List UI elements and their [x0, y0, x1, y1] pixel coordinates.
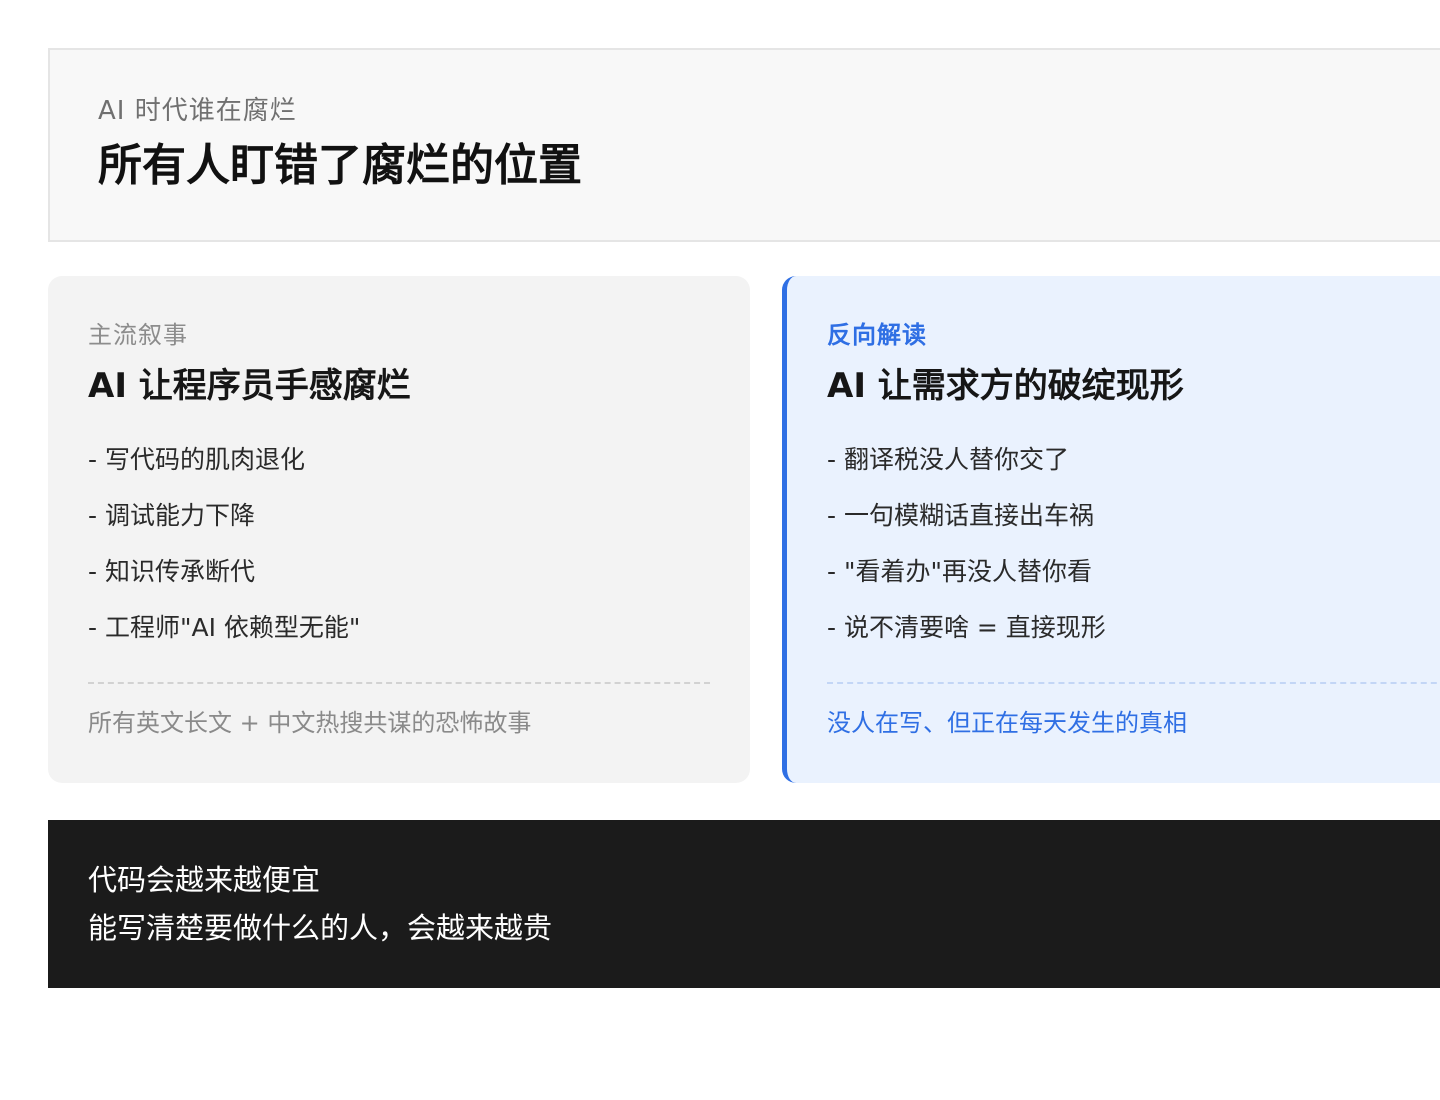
dashed-divider [827, 682, 1440, 684]
conclusion-banner: 代码会越来越便宜 能写清楚要做什么的人，会越来越贵 [48, 820, 1440, 988]
list-item: - "看着办"再没人替你看 [827, 557, 1092, 586]
list-item: - 说不清要啥 = 直接现形 [827, 613, 1106, 642]
list-item: - 翻译税没人替你交了 [827, 445, 1069, 474]
list-item: - 写代码的肌肉退化 [88, 445, 305, 474]
page-title: 所有人盯错了腐烂的位置 [98, 140, 582, 191]
list-item: - 一句模糊话直接出车祸 [827, 501, 1094, 530]
dashed-divider [88, 682, 710, 684]
card-kicker: 主流叙事 [88, 321, 188, 349]
banner-line: 代码会越来越便宜 [88, 863, 321, 897]
reverse-reading-card: 反向解读 AI 让需求方的破绽现形 - 翻译税没人替你交了 - 一句模糊话直接出… [782, 276, 1440, 783]
banner-line: 能写清楚要做什么的人，会越来越贵 [88, 911, 553, 945]
card-title: AI 让程序员手感腐烂 [88, 366, 411, 406]
list-item: - 知识传承断代 [88, 557, 255, 586]
card-list: - 翻译税没人替你交了 - 一句模糊话直接出车祸 - "看着办"再没人替你看 -… [827, 440, 1106, 664]
card-kicker: 反向解读 [827, 321, 927, 349]
card-title: AI 让需求方的破绽现形 [827, 366, 1184, 406]
card-footer: 所有英文长文 + 中文热搜共谋的恐怖故事 [88, 709, 532, 737]
list-item: - 调试能力下降 [88, 501, 255, 530]
list-item: - 工程师"AI 依赖型无能" [88, 613, 361, 642]
card-footer: 没人在写、但正在每天发生的真相 [827, 709, 1187, 737]
header-panel: AI 时代谁在腐烂 所有人盯错了腐烂的位置 [48, 48, 1440, 242]
header-kicker: AI 时代谁在腐烂 [98, 96, 297, 126]
card-list: - 写代码的肌肉退化 - 调试能力下降 - 知识传承断代 - 工程师"AI 依赖… [88, 440, 360, 664]
mainstream-narrative-card: 主流叙事 AI 让程序员手感腐烂 - 写代码的肌肉退化 - 调试能力下降 - 知… [48, 276, 750, 783]
